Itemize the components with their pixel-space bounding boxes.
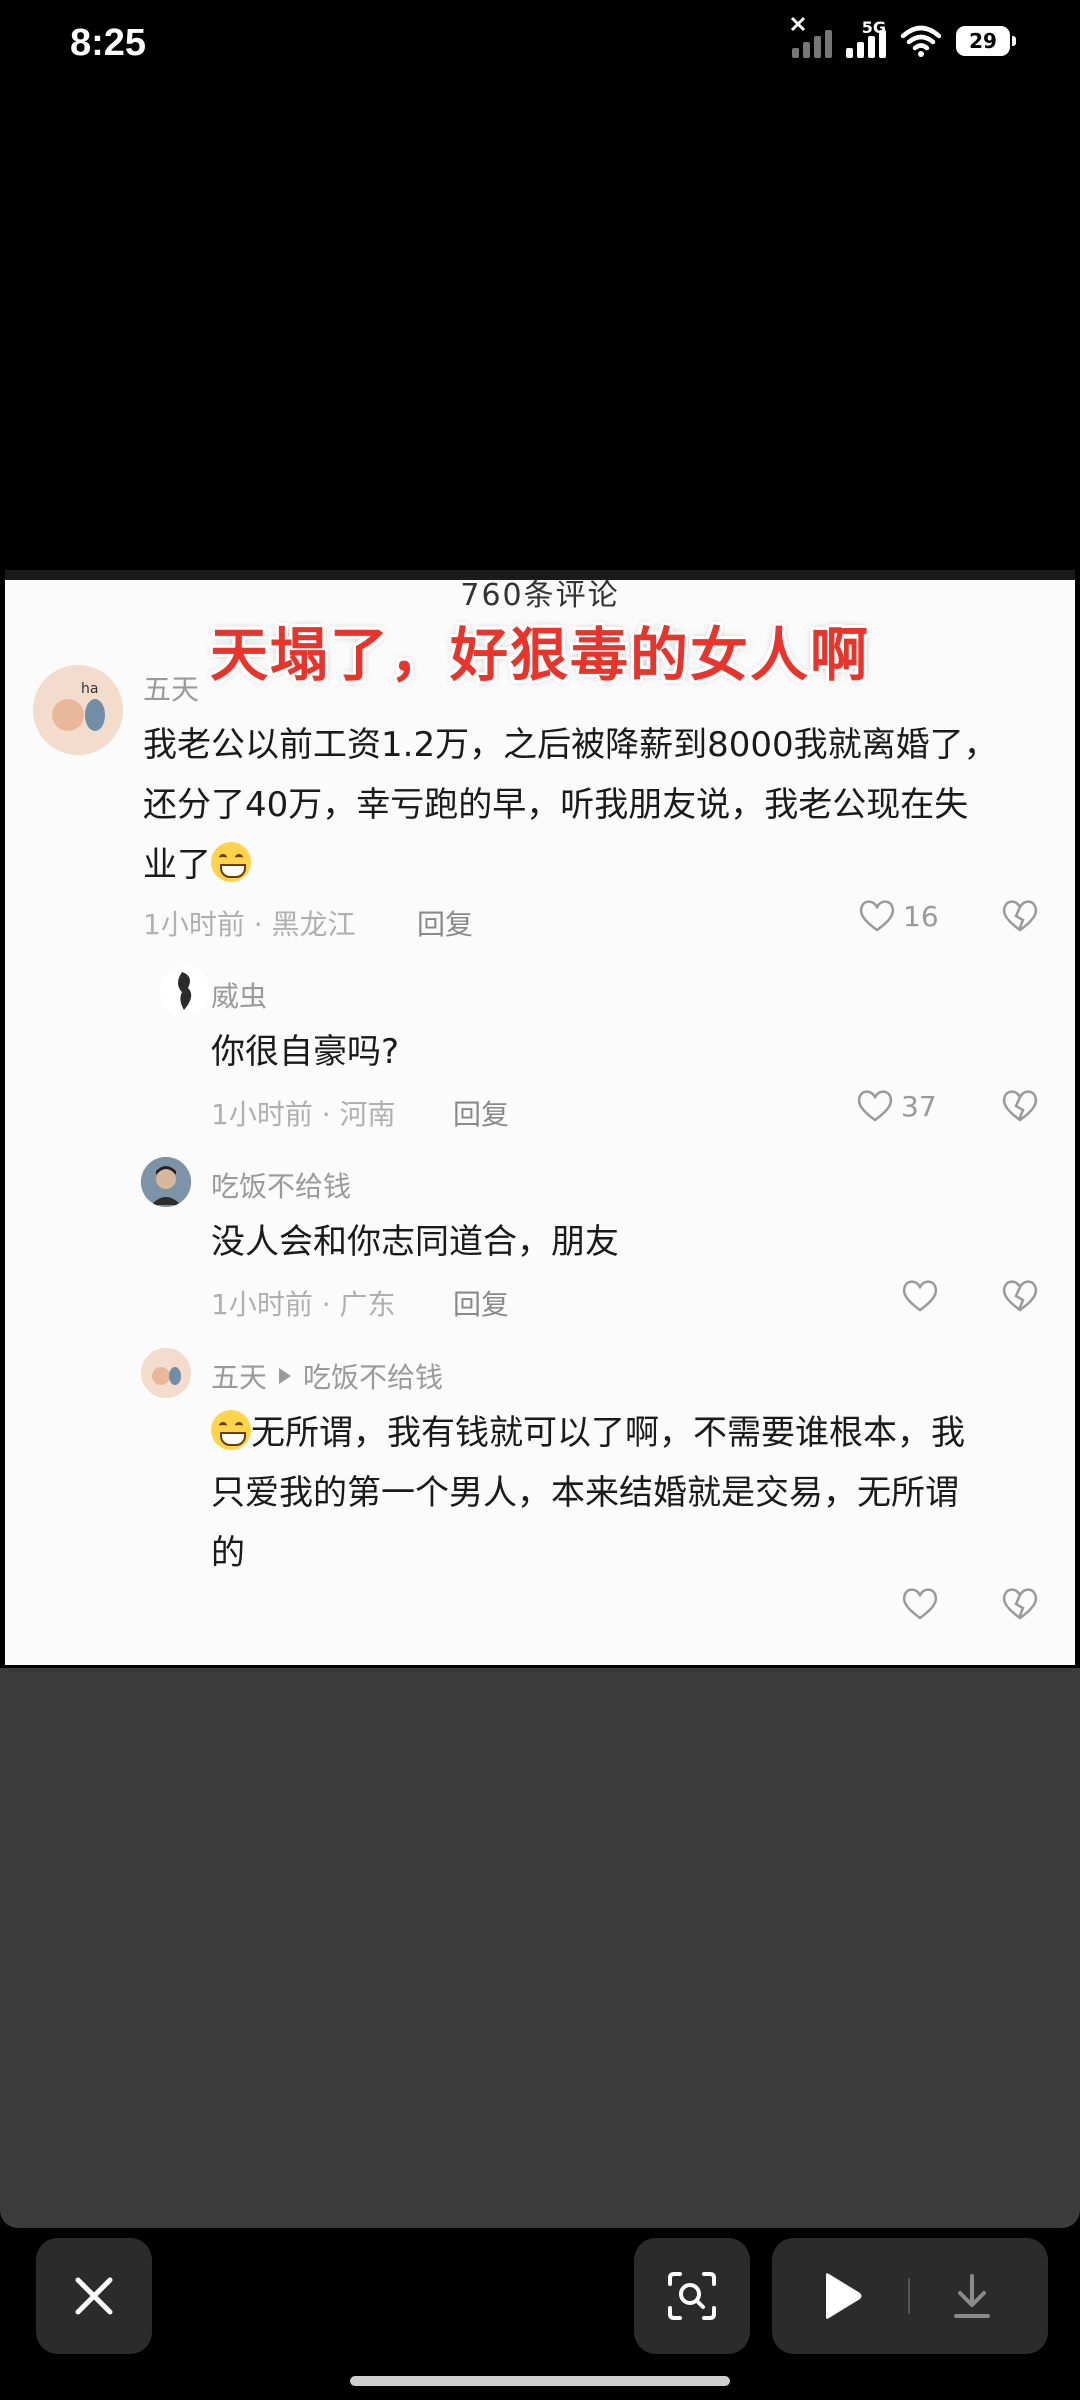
comment-meta: 1小时前 · 黑龙江 (143, 908, 356, 941)
dislike-icon[interactable] (1000, 1276, 1040, 1316)
reply-button[interactable]: 回复 (453, 1283, 509, 1323)
comment-text-line: 的 (211, 1533, 245, 1573)
like-button[interactable]: 37 (855, 1086, 937, 1126)
divider (908, 2278, 910, 2314)
like-count: 37 (901, 1089, 937, 1123)
heart-icon[interactable] (900, 1276, 940, 1316)
network-type: 5G (861, 18, 886, 37)
download-icon (954, 2274, 990, 2318)
reply-button[interactable]: 回复 (417, 903, 473, 943)
comment-text: 我老公以前工资1.2万，之后被降薪到8000我就离婚了， 还分了40万，幸亏跑的… (143, 715, 1043, 895)
comment-text-line: 我老公以前工资1.2万，之后被降薪到8000我就离婚了， (143, 725, 998, 765)
close-button[interactable] (36, 2238, 152, 2354)
wifi-icon (900, 25, 942, 57)
battery-indicator: 29 (956, 26, 1016, 56)
avatar (160, 966, 210, 1016)
comment-meta: 1小时前 · 河南 (211, 1098, 396, 1131)
comment-username[interactable]: 吃饭不给钱 (211, 1165, 351, 1205)
media-image: 760条评论 天塌了，好狠毒的女人啊 ha 五天 我老公以前工资1.2万，之后被… (5, 570, 1075, 1665)
comment-username[interactable]: 威虫 (211, 975, 267, 1015)
visual-search-button[interactable] (634, 2238, 750, 2354)
comment-text: 你很自豪吗? (211, 1032, 400, 1072)
reply-target[interactable]: 吃饭不给钱 (303, 1356, 443, 1396)
signal-sim2-icon: 5G (846, 18, 886, 58)
play-icon (826, 2273, 862, 2319)
comment-text-segment: 无所谓，我有钱就可以了啊，不需要谁根本，我 (251, 1413, 965, 1453)
heart-icon[interactable] (900, 1584, 940, 1624)
download-button[interactable] (942, 2266, 1002, 2326)
like-count: 16 (903, 899, 939, 933)
lens-scan-icon (668, 2272, 716, 2320)
signal-sim1-icon (790, 16, 832, 58)
comment-username: 五天 吃饭不给钱 (211, 1356, 443, 1396)
comment-text-line: 业了 (143, 835, 1043, 895)
heart-icon (859, 900, 895, 932)
comment-meta: 1小时前 · 广东 (211, 1288, 396, 1321)
play-button[interactable] (812, 2266, 872, 2326)
heart-icon (857, 1090, 893, 1122)
grin-emoji-icon (211, 1410, 251, 1450)
grin-emoji-icon (211, 842, 251, 882)
comment-text: 无所谓，我有钱就可以了啊，不需要谁根本，我 只爱我的第一个男人，本来结婚就是交易… (211, 1403, 1051, 1583)
comment-username[interactable]: 五天 (143, 668, 199, 708)
status-time: 8:25 (70, 22, 147, 64)
comment-text-segment: 业了 (143, 845, 211, 885)
status-bar: 8:25 5G 29 (0, 0, 1080, 90)
dislike-icon[interactable] (1000, 1086, 1040, 1126)
viewer-background-panel (0, 1668, 1080, 2228)
no-signal-x-icon (790, 16, 806, 32)
home-indicator[interactable] (350, 2376, 730, 2386)
avatar (141, 1157, 191, 1207)
reply-arrow-icon (279, 1368, 292, 1384)
status-icons: 5G 29 (790, 16, 1016, 58)
like-button[interactable]: 16 (857, 896, 939, 936)
dislike-icon[interactable] (1000, 896, 1040, 936)
media-action-group (772, 2238, 1048, 2354)
comment-text-line: 只爱我的第一个男人，本来结婚就是交易，无所谓 (211, 1473, 959, 1513)
comment-text-line: 还分了40万，幸亏跑的早，听我朋友说，我老公现在失 (143, 785, 969, 825)
avatar (141, 1348, 191, 1398)
svg-text:ha: ha (81, 681, 98, 697)
bottom-action-bar (0, 2228, 1080, 2400)
comment-author[interactable]: 五天 (211, 1356, 267, 1396)
dislike-icon[interactable] (1000, 1584, 1040, 1624)
comment-text: 没人会和你志同道合，朋友 (211, 1222, 619, 1262)
reply-button[interactable]: 回复 (453, 1093, 509, 1133)
close-icon (75, 2277, 113, 2315)
avatar: ha (33, 665, 123, 755)
comment-text-line: 无所谓，我有钱就可以了啊，不需要谁根本，我 (211, 1403, 1051, 1463)
